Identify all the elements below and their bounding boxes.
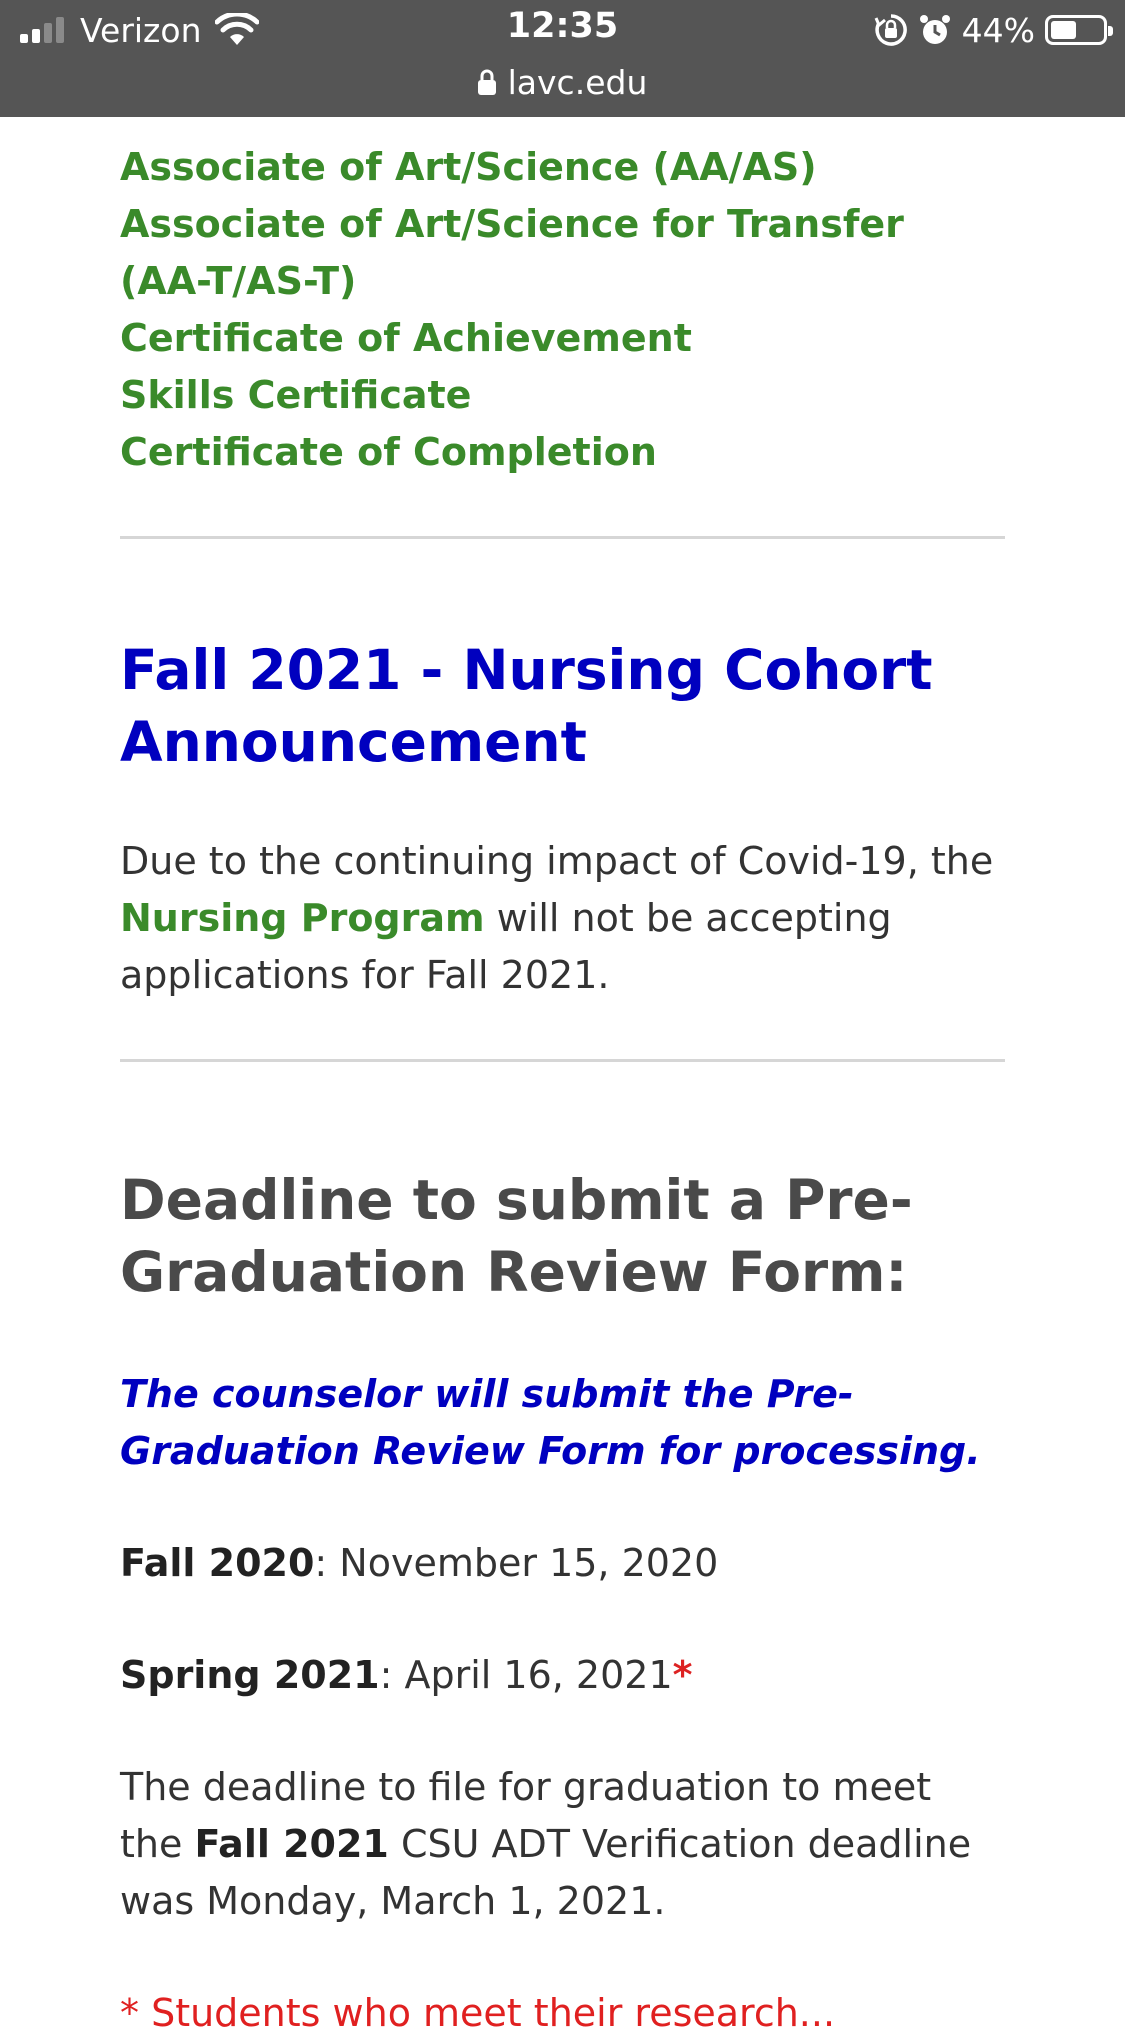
- spring-date: : April 16, 2021: [379, 1653, 673, 1697]
- link-certificate-achievement[interactable]: Certificate of Achievement: [120, 310, 1005, 367]
- nursing-text-before: Due to the continuing impact of Covid-19…: [120, 839, 994, 883]
- fall-date: : November 15, 2020: [314, 1541, 719, 1585]
- footnote: * Students who meet their research...: [120, 1991, 836, 2035]
- nursing-program-link[interactable]: Nursing Program: [120, 896, 485, 940]
- link-skills-certificate[interactable]: Skills Certificate: [120, 367, 1005, 424]
- adt-deadline-paragraph: The deadline to file for graduation to m…: [120, 1759, 1005, 1930]
- status-bar: Verizon 12:35 44% lavc.edu: [0, 0, 1125, 117]
- address-bar[interactable]: lavc.edu: [0, 60, 1125, 104]
- divider: [120, 1059, 1005, 1062]
- nursing-paragraph: Due to the continuing impact of Covid-19…: [120, 833, 1005, 1004]
- deadline-heading: Deadline to submit a Pre-Graduation Revi…: [120, 1168, 913, 1304]
- adt-term: Fall 2021: [194, 1822, 389, 1866]
- lock-icon: [477, 69, 496, 95]
- degree-links: Associate of Art/Science (AA/AS) Associa…: [120, 139, 1005, 481]
- spring-term: Spring 2021: [120, 1653, 380, 1697]
- battery-icon: [1045, 15, 1113, 45]
- status-right: 44%: [874, 8, 1113, 52]
- battery-percent: 44%: [961, 10, 1035, 50]
- divider: [120, 536, 1005, 539]
- counselor-note: The counselor will submit the Pre-Gradua…: [120, 1372, 981, 1473]
- spring-deadline: Spring 2021: April 16, 2021*: [120, 1647, 1005, 1704]
- nursing-heading: Fall 2021 - Nursing Cohort Announcement: [120, 638, 933, 774]
- asterisk-mark: *: [672, 1653, 693, 1697]
- battery-fill: [1051, 21, 1076, 39]
- url-text: lavc.edu: [507, 62, 648, 102]
- fall-term: Fall 2020: [120, 1541, 315, 1585]
- link-certificate-completion[interactable]: Certificate of Completion: [120, 424, 1005, 481]
- fall-deadline: Fall 2020: November 15, 2020: [120, 1535, 1005, 1592]
- orientation-lock-icon: [874, 14, 907, 46]
- alarm-icon: [919, 15, 950, 44]
- link-aa-t-as-t[interactable]: Associate of Art/Science for Transfer (A…: [120, 196, 1005, 310]
- link-aa-as[interactable]: Associate of Art/Science (AA/AS): [120, 139, 1005, 196]
- page-content: Associate of Art/Science (AA/AS) Associa…: [120, 117, 1005, 2042]
